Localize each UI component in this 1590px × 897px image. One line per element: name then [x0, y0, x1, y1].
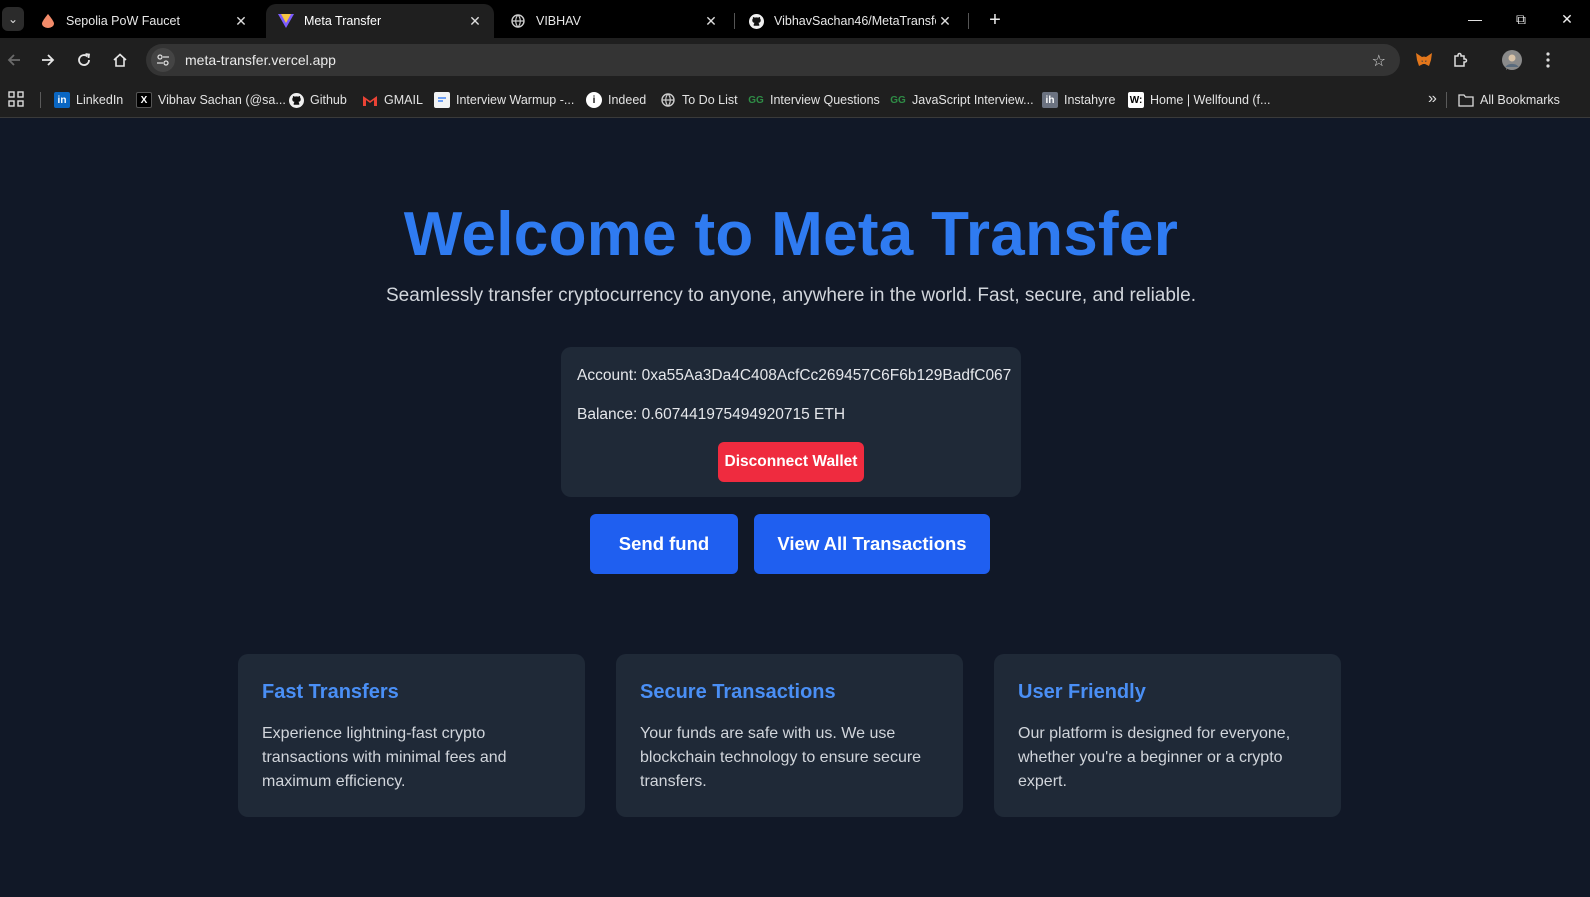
tab-sepolia-faucet[interactable]: Sepolia PoW Faucet ✕	[28, 4, 260, 38]
address-bar[interactable]: meta-transfer.vercel.app ☆	[146, 44, 1400, 76]
globe-icon	[510, 13, 526, 29]
feature-text: Experience lightning-fast crypto transac…	[262, 725, 507, 790]
back-arrow-icon[interactable]	[2, 48, 26, 72]
url-text: meta-transfer.vercel.app	[185, 52, 336, 68]
feature-text: Your funds are safe with us. We use bloc…	[640, 725, 922, 790]
account-address: Account: 0xa55Aa3Da4C408AcfCc269457C6F6b…	[577, 367, 1012, 384]
bookmark-todo-list[interactable]: To Do List	[660, 90, 738, 110]
page-subtitle: Seamlessly transfer cryptocurrency to an…	[386, 285, 1196, 306]
view-all-transactions-button[interactable]: View All Transactions	[754, 514, 990, 574]
bookmark-label: LinkedIn	[76, 93, 124, 107]
wellfound-icon: W:	[1128, 92, 1144, 108]
feature-card-fast-transfers: Fast Transfers Experience lightning-fast…	[238, 654, 585, 817]
tab-github-repo[interactable]: VibhavSachan46/MetaTransfer ✕	[736, 4, 964, 38]
page-content: Welcome to Meta Transfer Seamlessly tran…	[0, 119, 1590, 897]
tab-title: Meta Transfer	[304, 14, 382, 28]
site-info-icon[interactable]	[151, 48, 175, 72]
bookmark-javascript-interview[interactable]: GG JavaScript Interview...	[890, 90, 1034, 110]
send-fund-button[interactable]: Send fund	[590, 514, 738, 574]
all-bookmarks-folder[interactable]: All Bookmarks	[1458, 90, 1560, 110]
globe-icon	[660, 92, 676, 108]
drop-icon	[40, 13, 56, 29]
browser-toolbar: meta-transfer.vercel.app ☆	[0, 38, 1590, 82]
bookmark-divider	[1446, 92, 1447, 108]
tab-search-chevron-icon[interactable]: ⌄	[2, 7, 24, 31]
minimize-icon[interactable]: —	[1462, 8, 1488, 30]
bookmark-label: All Bookmarks	[1480, 93, 1560, 107]
bookmark-label: To Do List	[682, 93, 738, 107]
apps-grid-icon[interactable]	[8, 91, 26, 109]
bookmark-label: Instahyre	[1064, 93, 1116, 107]
interview-warmup-icon	[434, 92, 450, 108]
tab-strip: ⌄ Sepolia PoW Faucet ✕ Meta Transfer ✕ V…	[0, 0, 1590, 38]
tab-title: VibhavSachan46/MetaTransfer	[774, 14, 936, 28]
info-icon: i	[586, 92, 602, 108]
bookmark-x-profile[interactable]: X Vibhav Sachan (@sa...	[136, 90, 286, 110]
disconnect-wallet-button[interactable]: Disconnect Wallet	[718, 442, 864, 482]
more-bookmarks-chevron-icon[interactable]: »	[1428, 90, 1437, 108]
page-title: Welcome to Meta Transfer	[403, 200, 1179, 269]
bookmark-github[interactable]: Github	[288, 90, 347, 110]
bookmark-label: Indeed	[608, 93, 647, 107]
metamask-fox-icon[interactable]	[1412, 48, 1436, 72]
tab-meta-transfer[interactable]: Meta Transfer ✕	[266, 4, 494, 38]
reload-icon[interactable]	[72, 48, 96, 72]
tab-title: Sepolia PoW Faucet	[66, 14, 180, 28]
feature-title: User Friendly	[1018, 681, 1146, 703]
wallet-card: Account: 0xa55Aa3Da4C408AcfCc269457C6F6b…	[561, 347, 1021, 497]
bookmark-wellfound[interactable]: W: Home | Wellfound (f...	[1128, 90, 1270, 110]
bookmark-divider	[40, 92, 41, 108]
feature-card-secure-transactions: Secure Transactions Your funds are safe …	[616, 654, 963, 817]
bookmark-label: Interview Questions	[770, 93, 880, 107]
bookmark-label: Interview Warmup -...	[456, 93, 575, 107]
feature-text: Our platform is designed for everyone, w…	[1018, 725, 1291, 790]
close-tab-icon[interactable]: ✕	[936, 12, 954, 30]
gmail-icon	[362, 92, 378, 108]
bookmark-label: JavaScript Interview...	[912, 93, 1034, 107]
feature-card-user-friendly: User Friendly Our platform is designed f…	[994, 654, 1341, 817]
meta-transfer-logo-icon	[278, 13, 294, 29]
gfg-icon: GG	[748, 94, 764, 106]
kebab-menu-icon[interactable]	[1536, 48, 1560, 72]
forward-arrow-icon[interactable]	[36, 48, 60, 72]
account-balance: Balance: 0.607441975494920715 ETH	[577, 406, 846, 423]
tab-divider	[734, 13, 735, 29]
bookmark-gmail[interactable]: GMAIL	[362, 90, 423, 110]
bookmark-star-icon[interactable]: ☆	[1372, 51, 1386, 71]
instahyre-icon: ih	[1042, 92, 1058, 108]
profile-avatar[interactable]	[1500, 48, 1524, 72]
bookmark-interview-questions[interactable]: GG Interview Questions	[748, 90, 880, 110]
folder-icon	[1458, 92, 1474, 108]
bookmark-label: Github	[310, 93, 347, 107]
tab-vibhav[interactable]: VIBHAV ✕	[498, 4, 730, 38]
feature-title: Secure Transactions	[640, 681, 836, 703]
restore-icon[interactable]: ⧉	[1508, 8, 1534, 30]
close-tab-icon[interactable]: ✕	[232, 12, 250, 30]
github-icon	[748, 13, 764, 29]
extensions-puzzle-icon[interactable]	[1448, 48, 1472, 72]
tab-title: VIBHAV	[536, 14, 581, 28]
feature-title: Fast Transfers	[262, 681, 399, 703]
bookmark-interview-warmup[interactable]: Interview Warmup -...	[434, 90, 574, 110]
bookmark-label: GMAIL	[384, 93, 423, 107]
tab-divider	[968, 13, 969, 29]
linkedin-icon: in	[54, 92, 70, 108]
close-window-icon[interactable]: ✕	[1554, 8, 1580, 30]
gfg-icon: GG	[890, 94, 906, 106]
home-icon[interactable]	[108, 48, 132, 72]
bookmark-indeed[interactable]: i Indeed	[586, 90, 646, 110]
close-tab-icon[interactable]: ✕	[466, 12, 484, 30]
bookmark-label: Home | Wellfound (f...	[1150, 93, 1271, 107]
bookmark-instahyre[interactable]: ih Instahyre	[1042, 90, 1115, 110]
new-tab-plus-icon[interactable]: +	[984, 9, 1006, 31]
github-icon	[288, 92, 304, 108]
bookmark-label: Vibhav Sachan (@sa...	[158, 93, 286, 107]
bookmarks-bar: in LinkedIn X Vibhav Sachan (@sa... Gith…	[0, 82, 1590, 118]
bookmark-linkedin[interactable]: in LinkedIn	[54, 90, 123, 110]
close-tab-icon[interactable]: ✕	[702, 12, 720, 30]
x-icon: X	[136, 92, 152, 108]
